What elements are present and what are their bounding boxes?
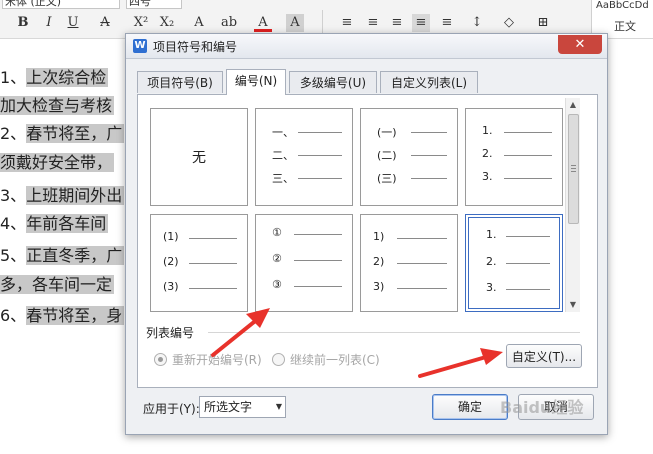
arrow-to-customize (418, 348, 503, 378)
annotation-arrows (211, 308, 503, 378)
watermark: Baidu经验 (500, 398, 584, 417)
arrow-to-preset (211, 308, 270, 357)
tab-numbering[interactable]: 编号(N) (226, 69, 286, 95)
